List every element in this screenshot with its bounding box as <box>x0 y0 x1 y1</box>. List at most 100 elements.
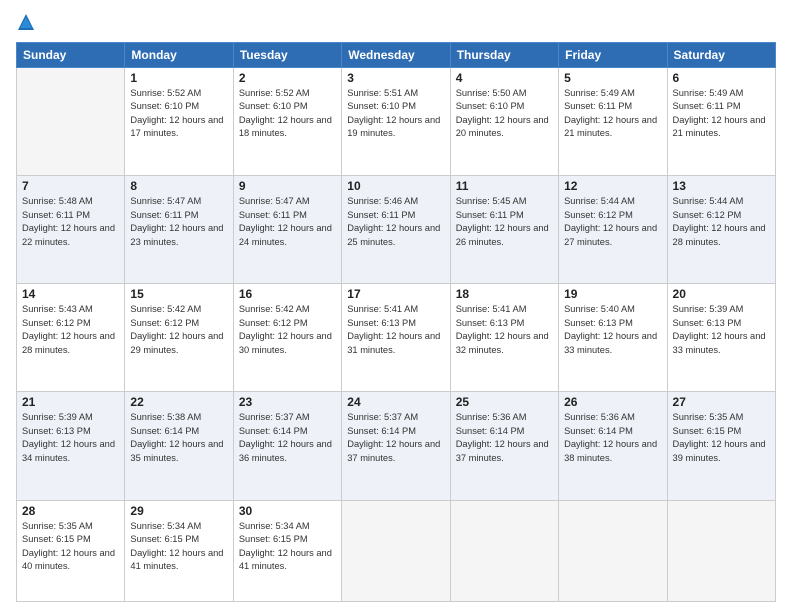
sunrise: Sunrise: 5:42 AM <box>130 304 201 314</box>
day-info: Sunrise: 5:52 AM Sunset: 6:10 PM Dayligh… <box>130 87 227 141</box>
day-info: Sunrise: 5:35 AM Sunset: 6:15 PM Dayligh… <box>673 411 770 465</box>
calendar-day-cell: 16 Sunrise: 5:42 AM Sunset: 6:12 PM Dayl… <box>233 284 341 392</box>
day-number: 13 <box>673 179 770 193</box>
day-info: Sunrise: 5:43 AM Sunset: 6:12 PM Dayligh… <box>22 303 119 357</box>
calendar-day-cell: 24 Sunrise: 5:37 AM Sunset: 6:14 PM Dayl… <box>342 392 450 500</box>
daylight: Daylight: 12 hours and 33 minutes. <box>673 331 766 354</box>
calendar-day-cell: 13 Sunrise: 5:44 AM Sunset: 6:12 PM Dayl… <box>667 176 775 284</box>
sunrise: Sunrise: 5:46 AM <box>347 196 418 206</box>
day-info: Sunrise: 5:39 AM Sunset: 6:13 PM Dayligh… <box>673 303 770 357</box>
calendar-day-cell: 11 Sunrise: 5:45 AM Sunset: 6:11 PM Dayl… <box>450 176 558 284</box>
sunrise: Sunrise: 5:45 AM <box>456 196 527 206</box>
sunset: Sunset: 6:15 PM <box>130 534 199 544</box>
calendar-day-cell: 1 Sunrise: 5:52 AM Sunset: 6:10 PM Dayli… <box>125 68 233 176</box>
sunset: Sunset: 6:12 PM <box>22 318 91 328</box>
day-number: 30 <box>239 504 336 518</box>
day-number: 23 <box>239 395 336 409</box>
day-number: 6 <box>673 71 770 85</box>
sunrise: Sunrise: 5:35 AM <box>22 521 93 531</box>
day-of-week-header: Tuesday <box>233 43 341 68</box>
daylight: Daylight: 12 hours and 32 minutes. <box>456 331 549 354</box>
calendar-day-cell: 17 Sunrise: 5:41 AM Sunset: 6:13 PM Dayl… <box>342 284 450 392</box>
day-info: Sunrise: 5:52 AM Sunset: 6:10 PM Dayligh… <box>239 87 336 141</box>
daylight: Daylight: 12 hours and 20 minutes. <box>456 115 549 138</box>
calendar-week-row: 1 Sunrise: 5:52 AM Sunset: 6:10 PM Dayli… <box>17 68 776 176</box>
day-number: 21 <box>22 395 119 409</box>
sunset: Sunset: 6:11 PM <box>347 210 415 220</box>
sunrise: Sunrise: 5:39 AM <box>22 412 93 422</box>
daylight: Daylight: 12 hours and 27 minutes. <box>564 223 657 246</box>
daylight: Daylight: 12 hours and 18 minutes. <box>239 115 332 138</box>
day-info: Sunrise: 5:47 AM Sunset: 6:11 PM Dayligh… <box>130 195 227 249</box>
calendar-day-cell: 18 Sunrise: 5:41 AM Sunset: 6:13 PM Dayl… <box>450 284 558 392</box>
day-info: Sunrise: 5:41 AM Sunset: 6:13 PM Dayligh… <box>347 303 444 357</box>
calendar-day-cell: 14 Sunrise: 5:43 AM Sunset: 6:12 PM Dayl… <box>17 284 125 392</box>
day-number: 1 <box>130 71 227 85</box>
daylight: Daylight: 12 hours and 37 minutes. <box>456 439 549 462</box>
calendar-day-cell: 10 Sunrise: 5:46 AM Sunset: 6:11 PM Dayl… <box>342 176 450 284</box>
day-info: Sunrise: 5:47 AM Sunset: 6:11 PM Dayligh… <box>239 195 336 249</box>
calendar-day-cell <box>559 500 667 601</box>
day-of-week-header: Monday <box>125 43 233 68</box>
day-info: Sunrise: 5:49 AM Sunset: 6:11 PM Dayligh… <box>564 87 661 141</box>
daylight: Daylight: 12 hours and 34 minutes. <box>22 439 115 462</box>
sunrise: Sunrise: 5:42 AM <box>239 304 310 314</box>
calendar-day-cell: 30 Sunrise: 5:34 AM Sunset: 6:15 PM Dayl… <box>233 500 341 601</box>
day-number: 9 <box>239 179 336 193</box>
day-number: 29 <box>130 504 227 518</box>
sunrise: Sunrise: 5:39 AM <box>673 304 744 314</box>
sunrise: Sunrise: 5:52 AM <box>130 88 201 98</box>
calendar-day-cell: 21 Sunrise: 5:39 AM Sunset: 6:13 PM Dayl… <box>17 392 125 500</box>
sunrise: Sunrise: 5:43 AM <box>22 304 93 314</box>
daylight: Daylight: 12 hours and 39 minutes. <box>673 439 766 462</box>
calendar-day-cell: 9 Sunrise: 5:47 AM Sunset: 6:11 PM Dayli… <box>233 176 341 284</box>
calendar-day-cell: 6 Sunrise: 5:49 AM Sunset: 6:11 PM Dayli… <box>667 68 775 176</box>
daylight: Daylight: 12 hours and 28 minutes. <box>673 223 766 246</box>
calendar-day-cell: 2 Sunrise: 5:52 AM Sunset: 6:10 PM Dayli… <box>233 68 341 176</box>
day-number: 19 <box>564 287 661 301</box>
sunset: Sunset: 6:15 PM <box>239 534 308 544</box>
sunset: Sunset: 6:13 PM <box>564 318 633 328</box>
day-info: Sunrise: 5:39 AM Sunset: 6:13 PM Dayligh… <box>22 411 119 465</box>
sunrise: Sunrise: 5:36 AM <box>564 412 635 422</box>
daylight: Daylight: 12 hours and 35 minutes. <box>130 439 223 462</box>
daylight: Daylight: 12 hours and 36 minutes. <box>239 439 332 462</box>
calendar-day-cell: 29 Sunrise: 5:34 AM Sunset: 6:15 PM Dayl… <box>125 500 233 601</box>
daylight: Daylight: 12 hours and 30 minutes. <box>239 331 332 354</box>
day-number: 5 <box>564 71 661 85</box>
sunset: Sunset: 6:11 PM <box>130 210 198 220</box>
daylight: Daylight: 12 hours and 41 minutes. <box>239 548 332 571</box>
sunrise: Sunrise: 5:36 AM <box>456 412 527 422</box>
day-info: Sunrise: 5:36 AM Sunset: 6:14 PM Dayligh… <box>564 411 661 465</box>
sunset: Sunset: 6:13 PM <box>673 318 742 328</box>
calendar-day-cell: 5 Sunrise: 5:49 AM Sunset: 6:11 PM Dayli… <box>559 68 667 176</box>
calendar-table: SundayMondayTuesdayWednesdayThursdayFrid… <box>16 42 776 602</box>
sunrise: Sunrise: 5:41 AM <box>347 304 418 314</box>
sunset: Sunset: 6:14 PM <box>130 426 199 436</box>
calendar-day-cell <box>450 500 558 601</box>
calendar-week-row: 7 Sunrise: 5:48 AM Sunset: 6:11 PM Dayli… <box>17 176 776 284</box>
daylight: Daylight: 12 hours and 26 minutes. <box>456 223 549 246</box>
day-info: Sunrise: 5:37 AM Sunset: 6:14 PM Dayligh… <box>239 411 336 465</box>
day-number: 16 <box>239 287 336 301</box>
sunset: Sunset: 6:10 PM <box>456 101 525 111</box>
calendar-day-cell <box>342 500 450 601</box>
sunrise: Sunrise: 5:47 AM <box>130 196 201 206</box>
day-number: 11 <box>456 179 553 193</box>
sunrise: Sunrise: 5:49 AM <box>673 88 744 98</box>
day-info: Sunrise: 5:42 AM Sunset: 6:12 PM Dayligh… <box>130 303 227 357</box>
sunrise: Sunrise: 5:49 AM <box>564 88 635 98</box>
day-info: Sunrise: 5:37 AM Sunset: 6:14 PM Dayligh… <box>347 411 444 465</box>
day-info: Sunrise: 5:34 AM Sunset: 6:15 PM Dayligh… <box>239 520 336 574</box>
sunset: Sunset: 6:14 PM <box>239 426 308 436</box>
day-number: 26 <box>564 395 661 409</box>
day-of-week-header: Saturday <box>667 43 775 68</box>
day-number: 12 <box>564 179 661 193</box>
sunset: Sunset: 6:14 PM <box>456 426 525 436</box>
sunrise: Sunrise: 5:40 AM <box>564 304 635 314</box>
calendar-header-row: SundayMondayTuesdayWednesdayThursdayFrid… <box>17 43 776 68</box>
day-number: 24 <box>347 395 444 409</box>
day-info: Sunrise: 5:49 AM Sunset: 6:11 PM Dayligh… <box>673 87 770 141</box>
sunrise: Sunrise: 5:35 AM <box>673 412 744 422</box>
calendar-day-cell <box>667 500 775 601</box>
